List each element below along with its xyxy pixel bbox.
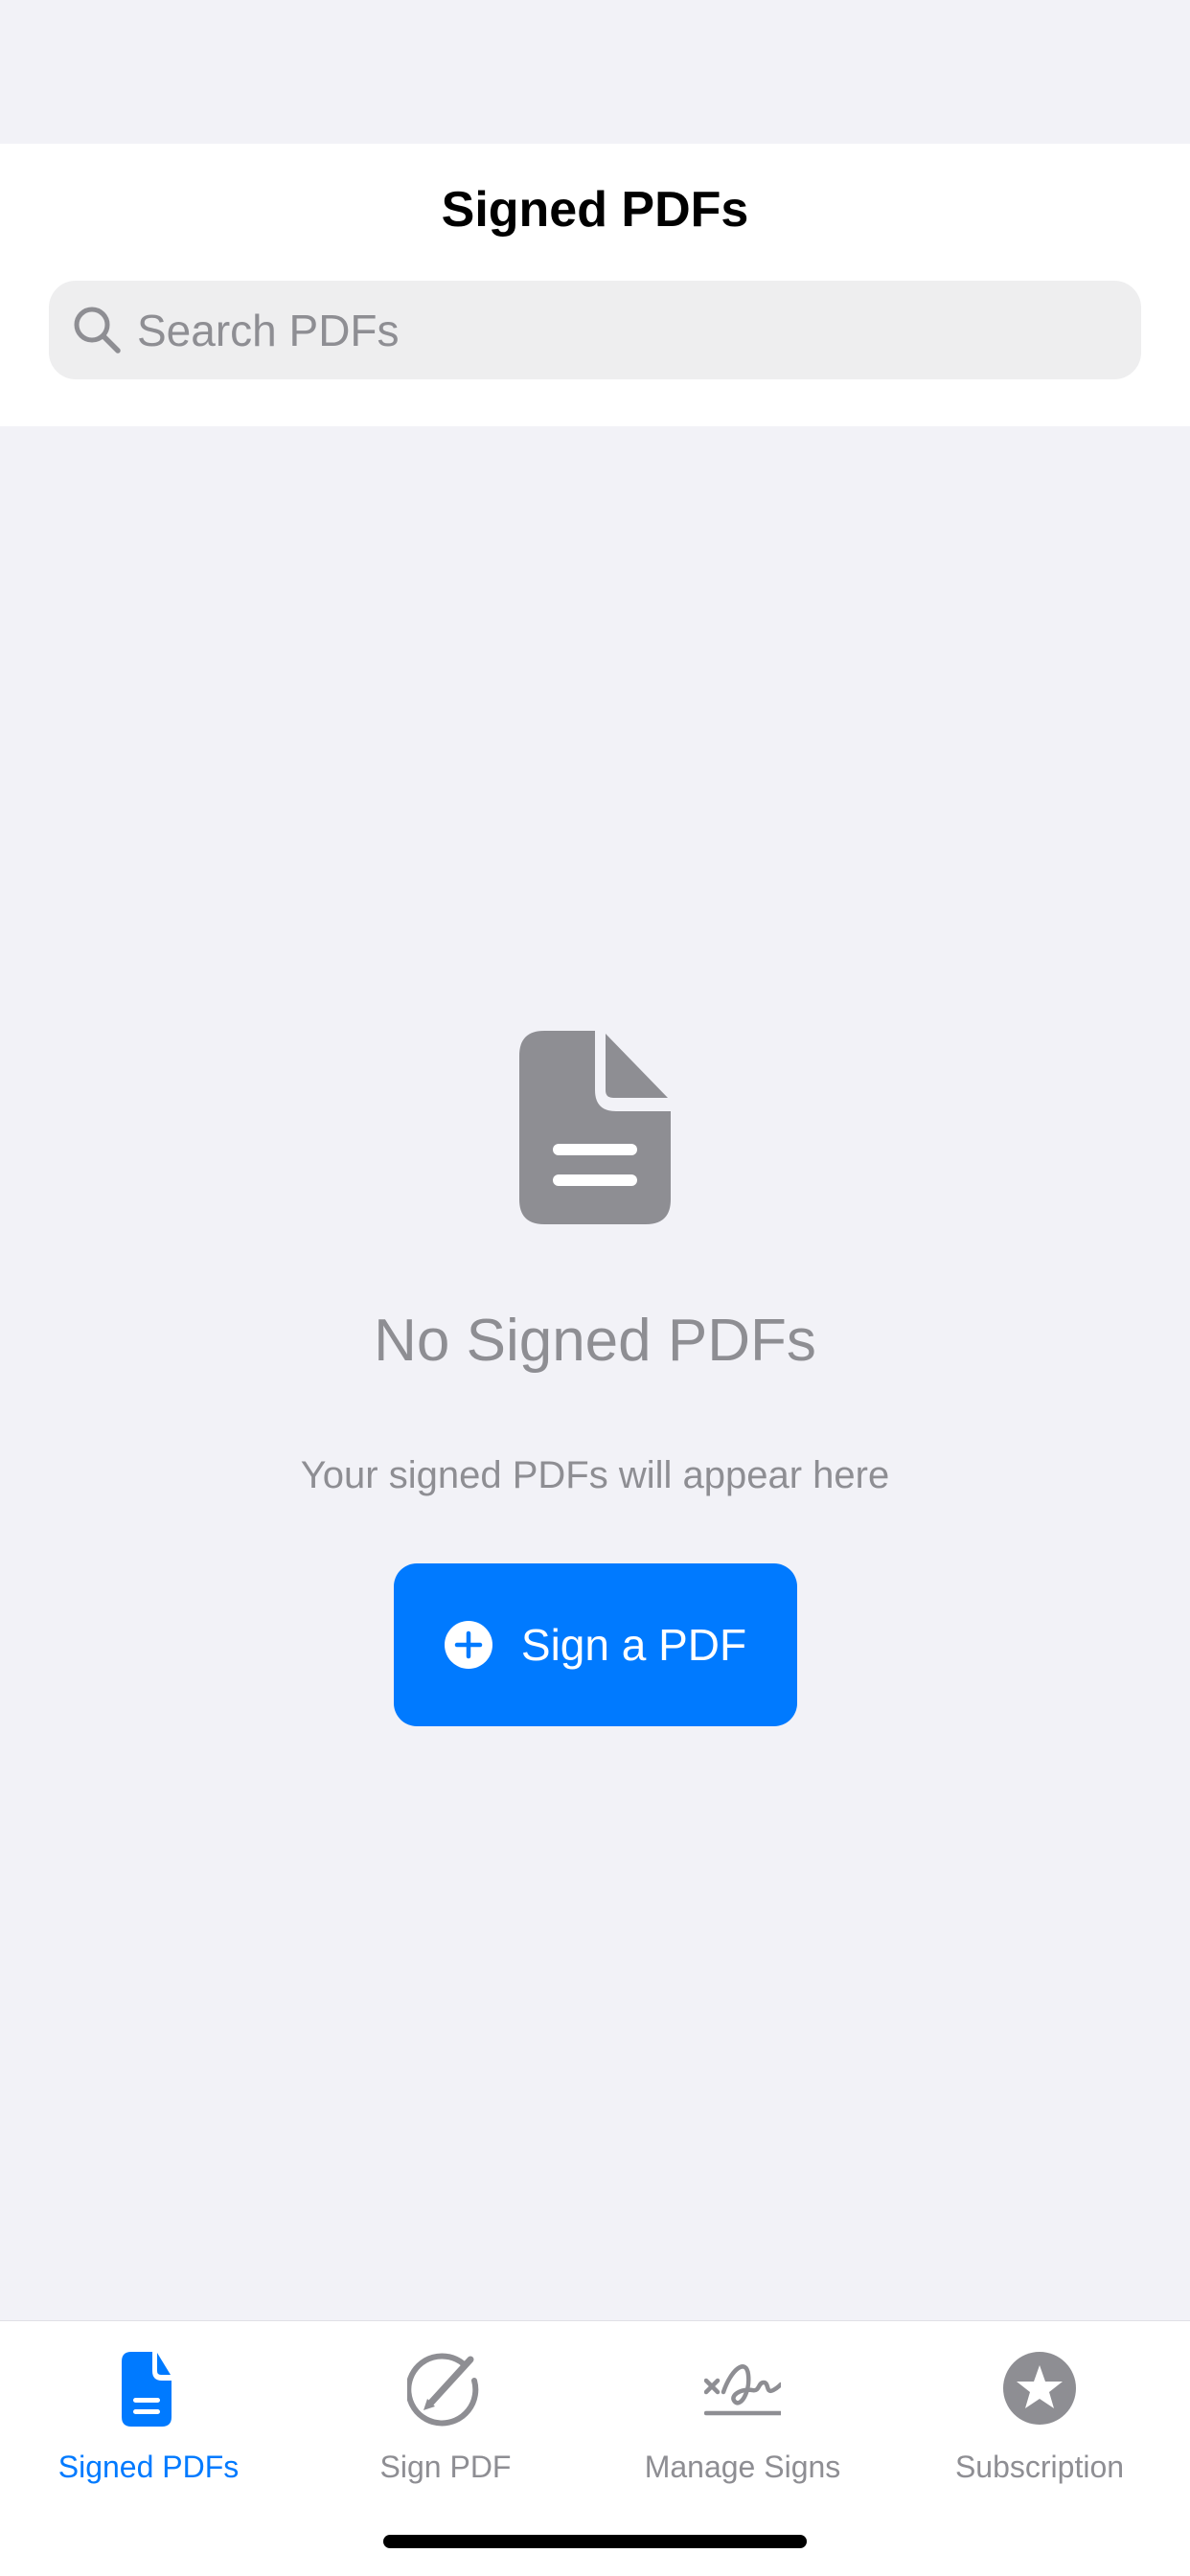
- pencil-circle-icon: [407, 2353, 479, 2427]
- tab-label: Subscription: [954, 2450, 1125, 2484]
- navigation-header: Signed PDFs: [0, 144, 1190, 426]
- empty-state-subtitle: Your signed PDFs will appear here: [300, 1454, 890, 1496]
- tab-label: Signed PDFs: [57, 2450, 240, 2484]
- tab-manage-signs[interactable]: Manage Signs: [594, 2337, 891, 2499]
- document-icon: [122, 2352, 172, 2427]
- star-circle-icon: [1003, 2352, 1076, 2425]
- search-input[interactable]: [137, 281, 1114, 379]
- empty-state-title: No Signed PDFs: [374, 1308, 816, 1374]
- tab-label: Manage Signs: [644, 2450, 841, 2484]
- tab-signed-pdfs[interactable]: Signed PDFs: [0, 2337, 297, 2499]
- sign-a-pdf-label: Sign a PDF: [520, 1620, 747, 1670]
- search-bar[interactable]: [49, 281, 1141, 379]
- sign-a-pdf-button[interactable]: Sign a PDF: [394, 1563, 797, 1726]
- home-indicator[interactable]: [383, 2535, 807, 2548]
- plus-circle-icon: [444, 1621, 492, 1669]
- search-icon: [74, 307, 121, 353]
- status-bar: [0, 0, 1190, 144]
- tab-label: Sign PDF: [379, 2450, 512, 2484]
- page-title: Signed PDFs: [441, 182, 749, 238]
- signature-icon: [704, 2364, 781, 2416]
- document-icon: [519, 1031, 671, 1224]
- tab-subscription[interactable]: Subscription: [891, 2337, 1188, 2499]
- tab-sign-pdf[interactable]: Sign PDF: [297, 2337, 594, 2499]
